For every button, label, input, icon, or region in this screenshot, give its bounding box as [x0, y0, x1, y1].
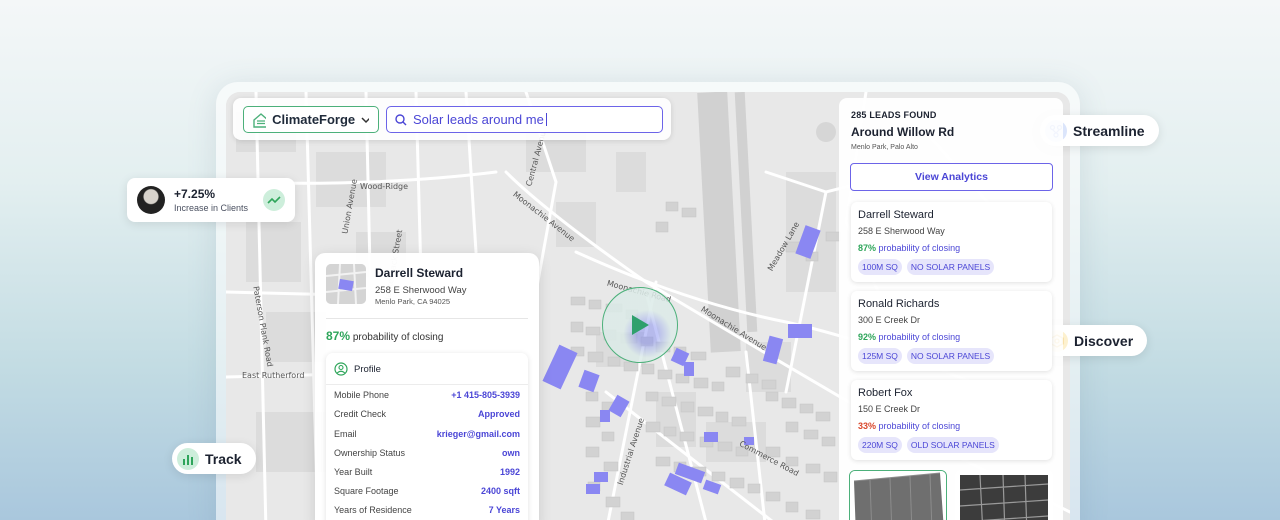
detail-probability: 87% probability of closing: [326, 329, 443, 343]
lead-probability-label: probability of closing: [878, 243, 961, 253]
divider: [326, 318, 528, 319]
solar-panel-photo[interactable]: [955, 470, 1053, 520]
tag-area: 125M SQ: [858, 348, 902, 364]
leads-count: 285 LEADS FOUND: [851, 110, 937, 120]
lead-probability: 92% probability of closing: [858, 332, 960, 342]
lead-tags: 125M SQ NO SOLAR PANELS: [858, 348, 995, 364]
lead-detail-card: Darrell Steward 258 E Sherwood Way Menlo…: [315, 253, 539, 520]
lead-card[interactable]: Darrell Steward 258 E Sherwood Way 87% p…: [851, 202, 1052, 282]
play-icon: [632, 315, 649, 335]
brand-name: ClimateForge: [272, 112, 356, 127]
trend-up-icon: [263, 189, 285, 211]
tag-solar-status: OLD SOLAR PANELS: [906, 437, 999, 453]
profile-row-phone: Mobile Phone +1 415-805-3939: [334, 390, 520, 400]
row-value: Approved: [477, 409, 520, 419]
detail-name: Darrell Steward: [375, 266, 464, 280]
lead-address: 258 E Sherwood Way: [858, 226, 945, 236]
user-icon: [334, 362, 348, 376]
chevron-down-icon: [361, 116, 369, 123]
search-input[interactable]: Solar leads around me: [386, 106, 663, 133]
row-label: Email: [334, 429, 357, 439]
text-cursor: [545, 113, 547, 126]
stat-value: +7.25%: [174, 187, 216, 201]
detail-city: Menlo Park, CA 94025: [375, 297, 451, 306]
lead-address: 300 E Creek Dr: [858, 315, 921, 325]
row-value[interactable]: krieger@gmail.com: [437, 429, 520, 439]
streamline-label: Streamline: [1073, 122, 1145, 139]
results-title: Around Willow Rd: [851, 125, 955, 139]
profile-title: Profile: [354, 363, 381, 375]
profile-section: Profile Mobile Phone +1 415-805-3939 Cred…: [326, 353, 528, 520]
tag-solar-status: NO SOLAR PANELS: [906, 348, 995, 364]
row-value[interactable]: +1 415-805-3939: [451, 390, 520, 400]
brand-select[interactable]: ClimateForge: [243, 106, 379, 133]
avatar: [137, 186, 165, 214]
row-label: Year Built: [334, 467, 373, 477]
results-subtitle: Menlo Park, Palo Alto: [851, 144, 918, 151]
detail-address: 258 E Sherwood Way: [375, 285, 467, 296]
row-value: own: [502, 448, 520, 458]
profile-row-residence: Years of Residence 7 Years: [334, 505, 520, 515]
row-label: Credit Check: [334, 409, 387, 419]
row-value: 1992: [499, 467, 520, 477]
lead-name: Darrell Steward: [858, 209, 934, 221]
row-label: Ownership Status: [334, 448, 406, 458]
row-value: 7 Years: [488, 505, 520, 515]
lead-probability-pct: 87%: [858, 243, 877, 253]
search-icon: [395, 113, 407, 125]
profile-row-credit: Credit Check Approved: [334, 409, 520, 419]
home-icon: [253, 112, 267, 128]
lead-probability-pct: 92%: [858, 332, 877, 342]
profile-row-sqft: Square Footage 2400 sqft: [334, 486, 520, 496]
lead-tags: 100M SQ NO SOLAR PANELS: [858, 259, 995, 275]
profile-row-email: Email krieger@gmail.com: [334, 429, 520, 439]
results-panel: 285 LEADS FOUND Around Willow Rd Menlo P…: [839, 98, 1063, 520]
row-label: Mobile Phone: [334, 390, 390, 400]
lead-probability-pct: 33%: [858, 421, 877, 431]
tag-area: 220M SQ: [858, 437, 902, 453]
profile-row-ownership: Ownership Status own: [334, 448, 520, 458]
divider: [326, 384, 528, 385]
lead-address: 150 E Creek Dr: [858, 404, 921, 414]
track-label: Track: [205, 450, 242, 467]
view-analytics-button[interactable]: View Analytics: [850, 163, 1053, 191]
search-value: Solar leads around me: [413, 112, 544, 127]
row-label: Square Footage: [334, 486, 399, 496]
lead-tags: 220M SQ OLD SOLAR PANELS: [858, 437, 999, 453]
lead-card[interactable]: Robert Fox 150 E Creek Dr 33% probabilit…: [851, 380, 1052, 460]
probability-label: probability of closing: [352, 332, 444, 343]
lead-name: Robert Fox: [858, 387, 913, 399]
discover-label: Discover: [1074, 332, 1134, 349]
stat-card: +7.25% Increase in Clients: [127, 178, 295, 222]
lead-probability-label: probability of closing: [878, 332, 961, 342]
row-label: Years of Residence: [334, 505, 412, 515]
lead-probability: 87% probability of closing: [858, 243, 960, 253]
tag-area: 100M SQ: [858, 259, 902, 275]
row-value: 2400 sqft: [480, 486, 520, 496]
lead-card[interactable]: Ronald Richards 300 E Creek Dr 92% proba…: [851, 291, 1052, 371]
probability-pct: 87%: [326, 329, 351, 343]
map-label-east-rutherford: East Rutherford: [242, 371, 305, 380]
stat-label: Increase in Clients: [174, 203, 249, 213]
lead-name: Ronald Richards: [858, 298, 940, 310]
video-play-button[interactable]: [602, 287, 678, 363]
property-thumbnail: [326, 264, 366, 304]
tag-solar-status: NO SOLAR PANELS: [906, 259, 995, 275]
lead-probability: 33% probability of closing: [858, 421, 960, 431]
bar-chart-icon: [177, 447, 199, 470]
roof-photo[interactable]: [849, 470, 947, 520]
track-pill: Track: [172, 443, 256, 474]
lead-probability-label: probability of closing: [878, 421, 961, 431]
map-label-wood-ridge: Wood-Ridge: [360, 182, 409, 191]
profile-header: Profile: [334, 362, 381, 376]
profile-row-year-built: Year Built 1992: [334, 467, 520, 477]
